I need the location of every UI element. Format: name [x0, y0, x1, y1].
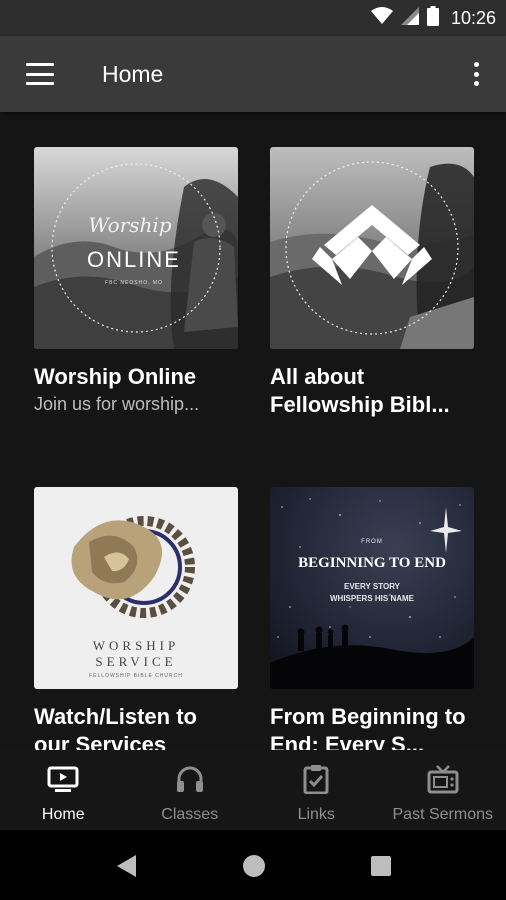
- nav-classes[interactable]: Classes: [127, 750, 254, 830]
- image-text-line1: FROM: [361, 539, 383, 545]
- image-text-line2: ONLINE: [87, 247, 181, 272]
- card-image: FROM BEGINNING TO END EVERY STORY WHISPE…: [270, 487, 474, 689]
- bottom-navigation: Home Classes Links Past Sermons: [0, 750, 506, 830]
- tv-play-icon: [46, 764, 80, 794]
- nav-label: Home: [41, 806, 85, 823]
- nav-home[interactable]: Home: [0, 750, 127, 830]
- nav-label: Classes: [161, 806, 219, 823]
- status-time: 10:26: [450, 7, 496, 28]
- card-image: [270, 147, 474, 349]
- card-watch-listen[interactable]: WORSHIP SERVICE FELLOWSHIP BIBLE CHURCH …: [34, 487, 238, 750]
- battery-icon: [426, 5, 439, 31]
- image-text-line4: WHISPERS HIS NAME: [330, 594, 415, 603]
- page-title: Home: [102, 61, 164, 87]
- card-title: From Beginning to End: Every S...: [270, 704, 466, 750]
- image-text-line2: BEGINNING TO END: [298, 555, 446, 571]
- card-worship-online[interactable]: Worship ONLINE FBC NEOSHO, MO Worship On…: [34, 147, 238, 415]
- card-title: Watch/Listen to our Services: [34, 704, 197, 750]
- image-text-line2: SERVICE: [95, 654, 176, 669]
- headphones-icon: [173, 764, 207, 794]
- clipboard-check-icon: [299, 764, 333, 794]
- content-grid: Worship ONLINE FBC NEOSHO, MO Worship On…: [0, 112, 506, 750]
- nav-label: Links: [297, 806, 335, 823]
- back-icon[interactable]: [116, 854, 138, 883]
- wifi-icon: [370, 6, 393, 30]
- menu-icon[interactable]: [22, 60, 58, 88]
- recents-square-icon[interactable]: [370, 855, 392, 882]
- image-text-line1: Worship: [88, 213, 171, 237]
- app-bar: Home: [0, 36, 506, 112]
- tv-icon: [426, 764, 460, 794]
- nav-label: Past Sermons: [392, 806, 493, 823]
- card-title: All about Fellowship Bibl...: [270, 364, 450, 417]
- image-text-line3: EVERY STORY: [344, 582, 401, 591]
- home-circle-icon[interactable]: [242, 854, 266, 883]
- more-vert-icon[interactable]: [466, 59, 486, 89]
- nav-links[interactable]: Links: [253, 750, 380, 830]
- nav-past-sermons[interactable]: Past Sermons: [380, 750, 506, 830]
- card-beginning-to-end[interactable]: FROM BEGINNING TO END EVERY STORY WHISPE…: [270, 487, 474, 750]
- card-image: WORSHIP SERVICE FELLOWSHIP BIBLE CHURCH: [34, 487, 238, 689]
- status-bar: 10:26: [0, 0, 506, 36]
- image-text-line1: WORSHIP: [93, 638, 180, 653]
- card-subtitle: Join us for worship...: [34, 394, 200, 414]
- image-text-line3: FBC NEOSHO, MO: [105, 280, 163, 286]
- system-navigation-bar: [0, 830, 506, 900]
- card-about-fellowship[interactable]: All about Fellowship Bibl...: [270, 147, 474, 419]
- card-title: Worship Online: [34, 364, 197, 389]
- cell-signal-icon: [400, 6, 419, 30]
- image-text-line3: FELLOWSHIP BIBLE CHURCH: [89, 673, 183, 679]
- card-image: Worship ONLINE FBC NEOSHO, MO: [34, 147, 238, 349]
